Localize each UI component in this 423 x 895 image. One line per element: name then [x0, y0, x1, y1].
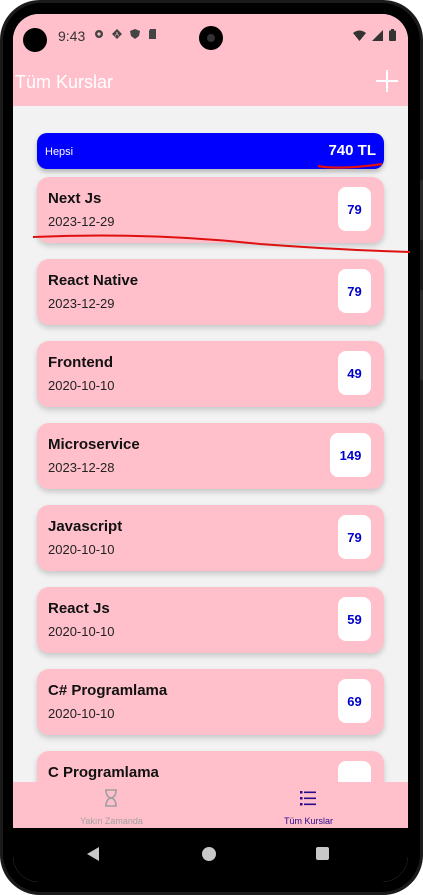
signal-icon: [372, 28, 383, 46]
battery-icon: [389, 28, 396, 46]
page-title: Tüm Kurslar: [15, 72, 114, 92]
gear-icon: [93, 28, 105, 40]
course-date: 2020-10-10: [48, 378, 115, 393]
course-name: Microservice: [48, 436, 140, 453]
summary-total: 740 TL: [328, 142, 376, 159]
front-camera: [199, 26, 223, 50]
course-date: 2023-12-29: [48, 214, 115, 229]
course-card[interactable]: C Programlama: [37, 751, 384, 782]
app-bar: Tüm Kurslar: [13, 56, 408, 106]
course-card[interactable]: Frontend 2020-10-10 49: [37, 341, 384, 407]
course-name: C Programlama: [48, 764, 159, 781]
course-date: 2020-10-10: [48, 542, 115, 557]
wifi-icon: [353, 28, 366, 46]
course-date: 2020-10-10: [48, 624, 115, 639]
hourglass-icon: [101, 788, 121, 808]
tab-all-courses-label: Tüm Kurslar: [283, 816, 333, 826]
screen: 9:43 A Tüm Kurslar Hepsi 740 TL Next Js …: [13, 14, 408, 882]
course-price: 69: [338, 679, 371, 723]
recents-icon[interactable]: [316, 847, 329, 860]
summary-label: Hepsi: [45, 146, 74, 158]
course-price: 79: [338, 269, 371, 313]
course-card[interactable]: C# Programlama 2020-10-10 69: [37, 669, 384, 735]
status-time: 9:43: [58, 28, 86, 44]
course-date: 2020-10-10: [48, 706, 115, 721]
system-navigation-bar: [13, 828, 408, 882]
course-price: [338, 761, 371, 782]
course-card[interactable]: React Native 2023-12-29 79: [37, 259, 384, 325]
course-name: Next Js: [48, 190, 102, 207]
list-icon: [298, 788, 318, 808]
total-summary-card: Hepsi 740 TL: [37, 133, 384, 169]
front-camera-left: [23, 28, 47, 52]
status-icons-left: A: [93, 28, 159, 40]
status-icons-right: [353, 28, 396, 46]
course-date: 2023-12-28: [48, 460, 115, 475]
course-price: 59: [338, 597, 371, 641]
course-price: 49: [338, 351, 371, 395]
course-date: 2023-12-29: [48, 296, 115, 311]
course-name: C# Programlama: [48, 682, 168, 699]
course-list-area[interactable]: Hepsi 740 TL Next Js 2023-12-29 79 React…: [13, 106, 408, 782]
tab-recent-label: Yakın Zamanda: [80, 816, 143, 826]
course-card[interactable]: Javascript 2020-10-10 79: [37, 505, 384, 571]
course-name: Frontend: [48, 354, 113, 371]
bottom-navigation: Yakın Zamanda Tüm Kurslar: [13, 782, 408, 828]
add-course-button[interactable]: [376, 70, 398, 92]
sd-card-icon: [147, 28, 159, 40]
course-price: 79: [338, 187, 371, 231]
svg-text:A: A: [115, 33, 119, 39]
course-name: React Native: [48, 272, 139, 289]
tab-all-courses[interactable]: Tüm Kurslar: [210, 782, 407, 828]
a-icon: A: [111, 28, 123, 40]
course-price: 79: [338, 515, 371, 559]
shield-icon: [129, 28, 141, 40]
course-card[interactable]: Microservice 2023-12-28 149: [37, 423, 384, 489]
phone-frame: 9:43 A Tüm Kurslar Hepsi 740 TL Next Js …: [0, 0, 423, 895]
course-card[interactable]: Next Js 2023-12-29 79: [37, 177, 384, 243]
status-bar: 9:43 A: [13, 14, 408, 56]
course-price: 149: [330, 433, 371, 477]
course-name: React Js: [48, 600, 110, 617]
course-name: Javascript: [48, 518, 123, 535]
tab-recent[interactable]: Yakın Zamanda: [13, 782, 210, 828]
home-icon[interactable]: [202, 847, 216, 861]
course-card[interactable]: React Js 2020-10-10 59: [37, 587, 384, 653]
back-icon[interactable]: [87, 847, 99, 861]
